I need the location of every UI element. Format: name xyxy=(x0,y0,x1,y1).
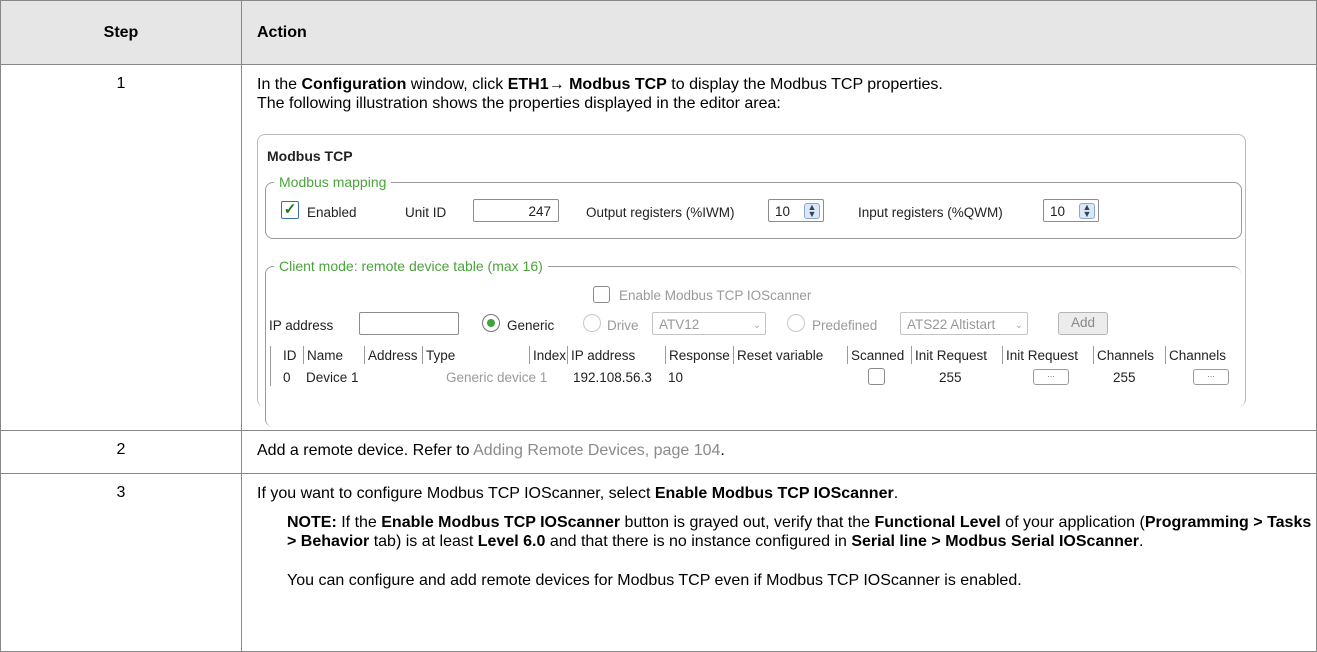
instruction-line: In the Configuration window, click ETH1→… xyxy=(257,76,943,93)
column-header: Response xyxy=(665,346,730,364)
spin-arrows-icon[interactable]: ▲ ▼ xyxy=(1079,203,1095,219)
ip-address-label: IP address xyxy=(269,318,334,333)
modbus-mapping-group: Modbus mapping ✓ Enabled Unit ID 247 Out… xyxy=(265,173,1242,239)
panel-title: Modbus TCP xyxy=(267,148,353,164)
step-number: 3 xyxy=(0,473,242,652)
column-header: Init Request xyxy=(911,346,987,364)
step-number: 1 xyxy=(0,64,242,431)
output-registers-label: Output registers (%IWM) xyxy=(586,205,735,220)
table-header-row: Step Action xyxy=(0,0,1317,65)
arrow-icon: → xyxy=(548,76,565,93)
column-header: Channels xyxy=(1165,346,1226,364)
action-cell: Add a remote device. Refer to Adding Rem… xyxy=(241,430,1317,474)
drive-select[interactable]: ATV12 ⌄ xyxy=(652,312,766,335)
predefined-radio[interactable] xyxy=(787,314,805,332)
column-header: Reset variable xyxy=(733,346,823,364)
enabled-label: Enabled xyxy=(307,205,357,220)
unit-id-label: Unit ID xyxy=(405,205,447,220)
client-mode-group: Client mode: remote device table (max 16… xyxy=(265,257,1242,427)
table-row[interactable]: 0 Device 1 Generic device 1 192.108.56.3… xyxy=(271,366,1242,386)
enabled-checkbox[interactable]: ✓ xyxy=(281,201,299,219)
chevron-down-icon: ⌄ xyxy=(1014,320,1023,331)
unit-id-input[interactable]: 247 xyxy=(473,199,559,222)
add-button[interactable]: Add xyxy=(1058,312,1108,335)
ip-address-input[interactable] xyxy=(359,312,459,335)
input-registers-label: Input registers (%QWM) xyxy=(858,205,1003,220)
column-header: IP address xyxy=(567,346,635,364)
procedure-table: Step Action 1 In the Configuration windo… xyxy=(0,0,1317,652)
table-row: 1 In the Configuration window, click ETH… xyxy=(0,64,1317,431)
action-cell: If you want to configure Modbus TCP IOSc… xyxy=(241,473,1317,652)
init-request-button[interactable]: ... xyxy=(1033,369,1069,385)
cross-reference-link[interactable]: Adding Remote Devices, page 104 xyxy=(473,442,720,459)
group-legend: Client mode: remote device table (max 16… xyxy=(274,257,548,276)
header-action: Action xyxy=(241,0,1317,65)
column-header: Name xyxy=(303,346,343,364)
input-registers-stepper[interactable]: 10 ▲ ▼ xyxy=(1043,199,1099,222)
action-cell: In the Configuration window, click ETH1→… xyxy=(241,64,1317,431)
output-registers-stepper[interactable]: 10 ▲ ▼ xyxy=(768,199,824,222)
drive-radio[interactable] xyxy=(583,314,601,332)
modbus-tcp-panel: Modbus TCP Modbus mapping ✓ Enabled Unit… xyxy=(257,134,1246,427)
predefined-select[interactable]: ATS22 Altistart ⌄ xyxy=(900,312,1028,335)
group-legend: Modbus mapping xyxy=(274,173,392,192)
scanned-checkbox[interactable] xyxy=(868,368,885,385)
device-table: ID Name Address Type Index IP address Re… xyxy=(270,346,1242,386)
step-number: 2 xyxy=(0,430,242,474)
channels-button[interactable]: ... xyxy=(1193,369,1229,385)
enable-ioscanner-checkbox[interactable] xyxy=(593,286,610,303)
table-row: 2 Add a remote device. Refer to Adding R… xyxy=(0,430,1317,474)
table-row: 3 If you want to configure Modbus TCP IO… xyxy=(0,473,1317,652)
header-step: Step xyxy=(0,0,242,65)
illustration-intro: The following illustration shows the pro… xyxy=(257,95,781,112)
spin-arrows-icon[interactable]: ▲ ▼ xyxy=(804,203,820,219)
drive-label: Drive xyxy=(607,318,639,333)
generic-radio[interactable] xyxy=(482,314,500,332)
column-header: Index xyxy=(529,346,566,364)
closing-paragraph: You can configure and add remote devices… xyxy=(287,572,1022,589)
column-header: Type xyxy=(422,346,455,364)
column-header: Channels xyxy=(1093,346,1154,364)
chevron-down-icon: ⌄ xyxy=(752,320,761,331)
predefined-label: Predefined xyxy=(812,318,878,333)
enable-ioscanner-label: Enable Modbus TCP IOScanner xyxy=(619,288,812,303)
column-header: Scanned xyxy=(847,346,904,364)
note-paragraph: NOTE: If the Enable Modbus TCP IOScanner… xyxy=(287,514,1312,550)
column-header: ID xyxy=(283,348,297,363)
step-intro: If you want to configure Modbus TCP IOSc… xyxy=(257,485,899,502)
column-header: Init Request xyxy=(1002,346,1078,364)
generic-label: Generic xyxy=(507,318,555,333)
column-header: Address xyxy=(364,346,418,364)
